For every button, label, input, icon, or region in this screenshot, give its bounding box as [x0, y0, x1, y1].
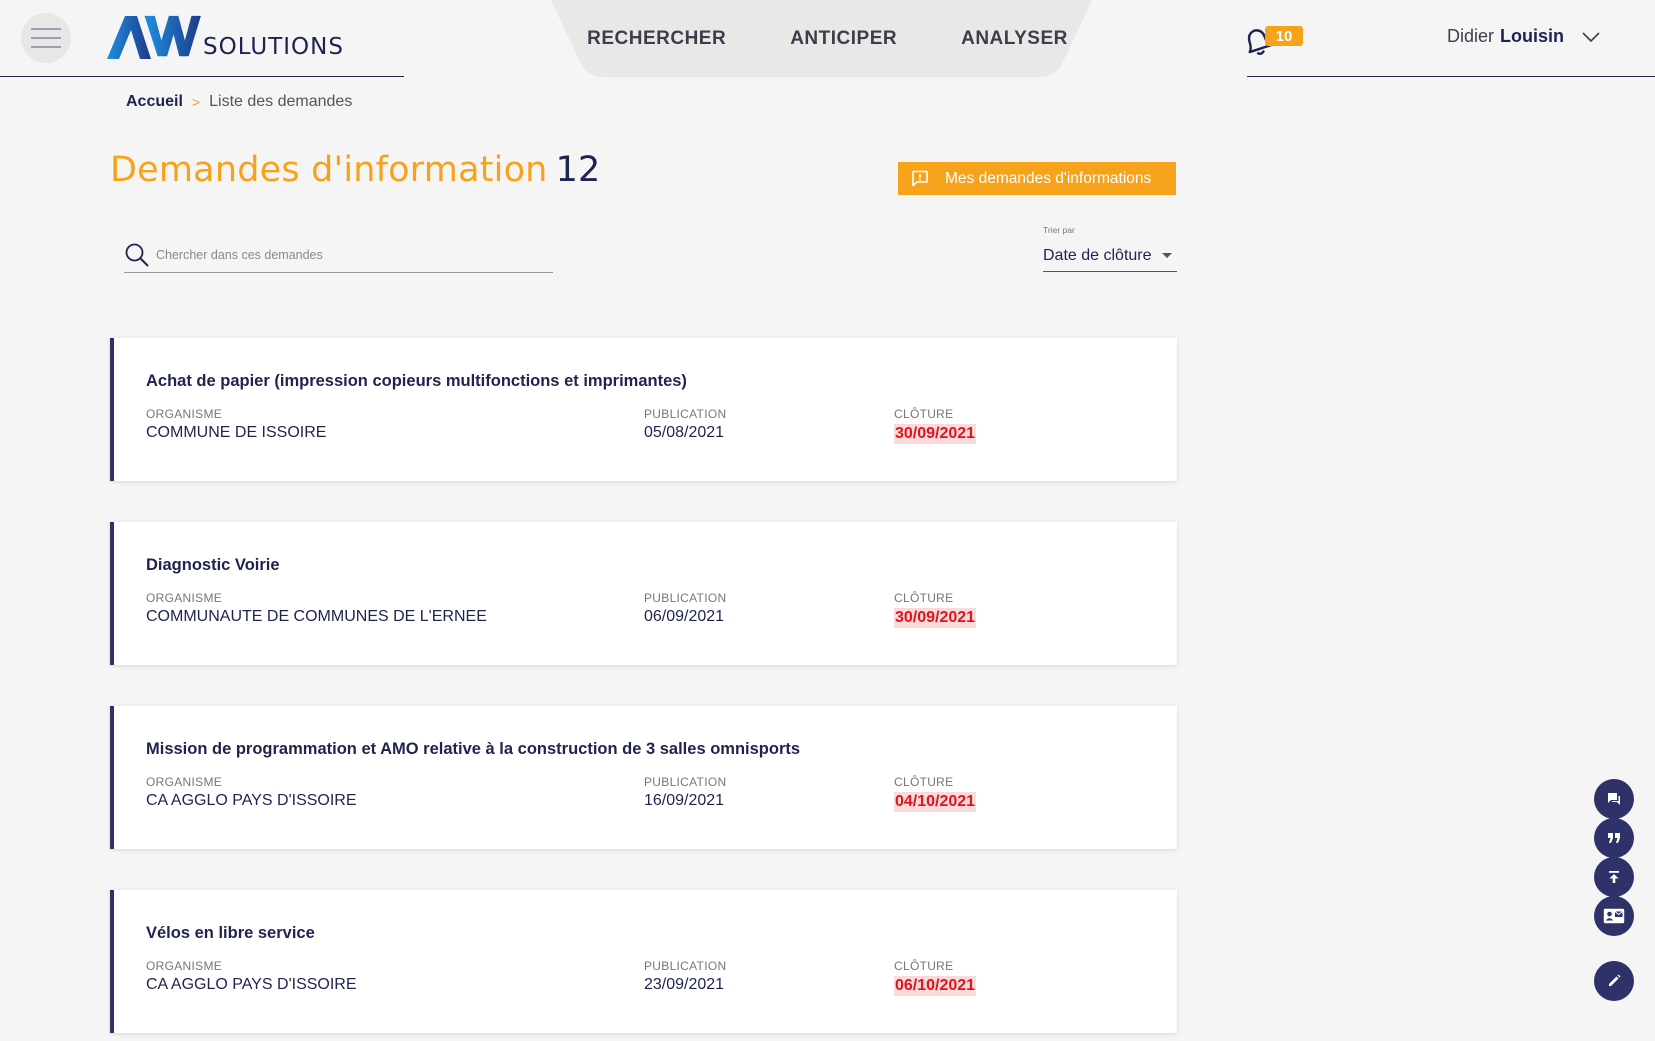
organisme-label: ORGANISME	[146, 959, 223, 973]
search-input[interactable]	[156, 247, 536, 262]
publication-label: PUBLICATION	[644, 407, 727, 421]
publication-value: 23/09/2021	[644, 976, 725, 993]
menu-button[interactable]	[21, 13, 71, 63]
cloture-field: CLÔTURE 30/09/2021	[894, 407, 977, 444]
organisme-value: COMMUNAUTE DE COMMUNES DE L'ERNEE	[146, 608, 487, 625]
sort-label: Trier par	[1043, 225, 1075, 235]
logo-text: SOLUTIONS	[203, 34, 344, 60]
cloture-label: CLÔTURE	[894, 959, 954, 973]
alert-message-icon	[911, 170, 929, 187]
organisme-field: ORGANISME CA AGGLO PAYS D'ISSOIRE	[146, 959, 357, 994]
cloture-value: 06/10/2021	[894, 976, 977, 996]
request-card[interactable]: Achat de papier (impression copieurs mul…	[110, 338, 1177, 481]
cloture-field: CLÔTURE 06/10/2021	[894, 959, 977, 996]
nav-anticiper[interactable]: ANTICIPER	[758, 28, 929, 50]
publication-value: 16/09/2021	[644, 792, 725, 809]
organisme-value: CA AGGLO PAYS D'ISSOIRE	[146, 976, 357, 993]
publication-label: PUBLICATION	[644, 775, 727, 789]
organisme-label: ORGANISME	[146, 407, 223, 421]
organisme-value: COMMUNE DE ISSOIRE	[146, 424, 327, 441]
edit-icon	[1609, 974, 1621, 986]
search-icon	[125, 243, 149, 267]
contact-card-button[interactable]	[1594, 896, 1634, 936]
request-card[interactable]: Diagnostic Voirie ORGANISME COMMUNAUTE D…	[110, 522, 1177, 665]
cloture-field: CLÔTURE 30/09/2021	[894, 591, 977, 628]
scroll-top-icon	[1609, 871, 1619, 883]
sort-value: Date de clôture	[1043, 246, 1152, 264]
breadcrumb-home[interactable]: Accueil	[126, 93, 183, 111]
page-count: 12	[555, 150, 601, 190]
my-requests-button[interactable]: Mes demandes d'informations	[898, 162, 1176, 195]
user-first-name: Didier	[1447, 26, 1495, 46]
scroll-top-button[interactable]	[1594, 857, 1634, 897]
publication-field: PUBLICATION 16/09/2021	[644, 775, 726, 810]
publication-field: PUBLICATION 05/08/2021	[644, 407, 726, 442]
quote-button[interactable]	[1594, 818, 1634, 858]
header-divider-left	[0, 76, 404, 77]
cloture-label: CLÔTURE	[894, 407, 954, 421]
organisme-label: ORGANISME	[146, 591, 223, 605]
request-title: Achat de papier (impression copieurs mul…	[146, 372, 687, 390]
cloture-label: CLÔTURE	[894, 591, 954, 605]
publication-value: 05/08/2021	[644, 424, 725, 441]
publication-value: 06/09/2021	[644, 608, 725, 625]
organisme-field: ORGANISME CA AGGLO PAYS D'ISSOIRE	[146, 775, 357, 810]
request-title: Mission de programmation et AMO relative…	[146, 740, 801, 758]
cloture-value: 04/10/2021	[894, 792, 977, 812]
breadcrumb-separator: >	[191, 94, 201, 110]
nav-analyser[interactable]: ANALYSER	[929, 28, 1100, 50]
publication-field: PUBLICATION 06/09/2021	[644, 591, 726, 626]
main-nav: RECHERCHER ANTICIPER ANALYSER	[551, 0, 1092, 77]
chat-icon	[1608, 793, 1620, 805]
publication-field: PUBLICATION 23/09/2021	[644, 959, 726, 994]
cloture-label: CLÔTURE	[894, 775, 954, 789]
publication-label: PUBLICATION	[644, 959, 727, 973]
chevron-down-icon	[1582, 31, 1600, 42]
request-title: Vélos en libre service	[146, 924, 315, 942]
header-divider-right	[1247, 76, 1655, 77]
search-box	[124, 237, 553, 273]
request-list: Achat de papier (impression copieurs mul…	[110, 338, 1177, 1041]
request-card[interactable]: Mission de programmation et AMO relative…	[110, 706, 1177, 849]
aw-logo-mark	[107, 15, 201, 59]
nav-rechercher[interactable]: RECHERCHER	[555, 28, 758, 50]
breadcrumb-current: Liste des demandes	[209, 93, 353, 110]
logo[interactable]: SOLUTIONS	[105, 14, 344, 60]
cloture-value: 30/09/2021	[894, 608, 977, 628]
notification-badge: 10	[1265, 26, 1303, 46]
sort-select[interactable]: Date de clôture	[1043, 240, 1177, 272]
my-requests-label: Mes demandes d'informations	[945, 169, 1152, 187]
organisme-field: ORGANISME COMMUNE DE ISSOIRE	[146, 407, 326, 442]
quote-icon	[1608, 833, 1620, 843]
user-menu[interactable]: Didier Louisin	[1447, 26, 1600, 47]
user-last-name: Louisin	[1500, 26, 1565, 46]
page-title: Demandes d'information 12	[110, 150, 601, 190]
edit-button[interactable]	[1594, 961, 1634, 1001]
organisme-label: ORGANISME	[146, 775, 223, 789]
breadcrumb: Accueil > Liste des demandes	[126, 93, 352, 111]
chat-button[interactable]	[1594, 779, 1634, 819]
request-title: Diagnostic Voirie	[146, 556, 280, 574]
page-title-text: Demandes d'information	[110, 150, 548, 190]
hamburger-icon	[31, 28, 61, 48]
organisme-field: ORGANISME COMMUNAUTE DE COMMUNES DE L'ER…	[146, 591, 487, 626]
organisme-value: CA AGGLO PAYS D'ISSOIRE	[146, 792, 357, 809]
caret-down-icon	[1161, 253, 1172, 258]
cloture-value: 30/09/2021	[894, 424, 977, 444]
publication-label: PUBLICATION	[644, 591, 727, 605]
cloture-field: CLÔTURE 04/10/2021	[894, 775, 977, 812]
contact-card-icon	[1603, 908, 1625, 924]
request-card[interactable]: Vélos en libre service ORGANISME CA AGGL…	[110, 890, 1177, 1033]
